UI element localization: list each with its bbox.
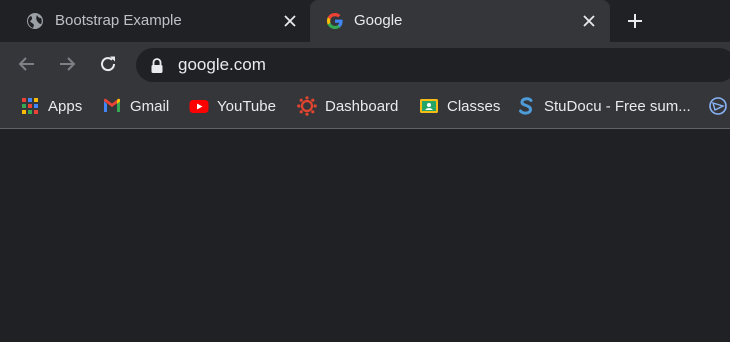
- close-tab-button[interactable]: [579, 11, 599, 31]
- reload-icon: [101, 56, 116, 72]
- page-content: [0, 129, 730, 342]
- bookmark-label: StuDocu - Free sum...: [544, 97, 691, 115]
- studocu-icon: [519, 97, 533, 115]
- bookmark-apps[interactable]: Apps: [20, 95, 82, 117]
- bookmark-label: YouTube: [217, 97, 276, 115]
- plus-icon: [628, 14, 642, 28]
- bookmark-studocu[interactable]: StuDocu - Free sum...: [516, 95, 691, 117]
- bookmark-label: Gmail: [130, 97, 170, 115]
- google-classroom-icon: [420, 99, 438, 113]
- bookmarks-bar: Apps Gmail YouTube Dashboard Classes Stu…: [0, 86, 730, 129]
- gmail-icon: [104, 98, 120, 112]
- tab-title: Google: [354, 12, 403, 29]
- youtube-icon: [189, 100, 209, 113]
- tab-google[interactable]: Google: [310, 0, 610, 42]
- back-button[interactable]: [16, 53, 38, 75]
- bookmark-classes[interactable]: Classes: [419, 95, 500, 117]
- close-icon: [583, 15, 595, 27]
- tab-strip: Bootstrap Example Google: [0, 0, 730, 42]
- arrow-left-icon: [18, 57, 34, 71]
- bookmark-overflow[interactable]: [708, 95, 728, 117]
- arrow-right-icon: [60, 57, 76, 71]
- bookmark-favicon-icon: [709, 97, 727, 115]
- lock-icon[interactable]: [150, 58, 164, 74]
- address-bar[interactable]: google.com: [136, 48, 730, 82]
- close-tab-button[interactable]: [280, 11, 300, 31]
- tab-title: Bootstrap Example: [55, 12, 182, 29]
- globe-icon: [27, 13, 43, 29]
- bookmark-label: Apps: [48, 97, 83, 115]
- bookmark-label: Classes: [447, 97, 501, 115]
- bookmark-dashboard[interactable]: Dashboard: [297, 95, 398, 117]
- close-icon: [284, 15, 296, 27]
- tab-bootstrap-example[interactable]: Bootstrap Example: [0, 0, 310, 42]
- canvas-icon: [297, 96, 317, 116]
- url-text[interactable]: google.com: [178, 55, 266, 75]
- apps-grid-icon: [22, 98, 38, 114]
- toolbar: google.com: [0, 42, 730, 86]
- bookmark-gmail[interactable]: Gmail: [102, 95, 169, 117]
- google-g-icon: [327, 13, 343, 29]
- bookmark-youtube[interactable]: YouTube: [189, 95, 276, 117]
- bookmark-label: Dashboard: [325, 97, 399, 115]
- reload-button[interactable]: [97, 53, 119, 75]
- new-tab-button[interactable]: [624, 10, 646, 32]
- forward-button[interactable]: [56, 53, 78, 75]
